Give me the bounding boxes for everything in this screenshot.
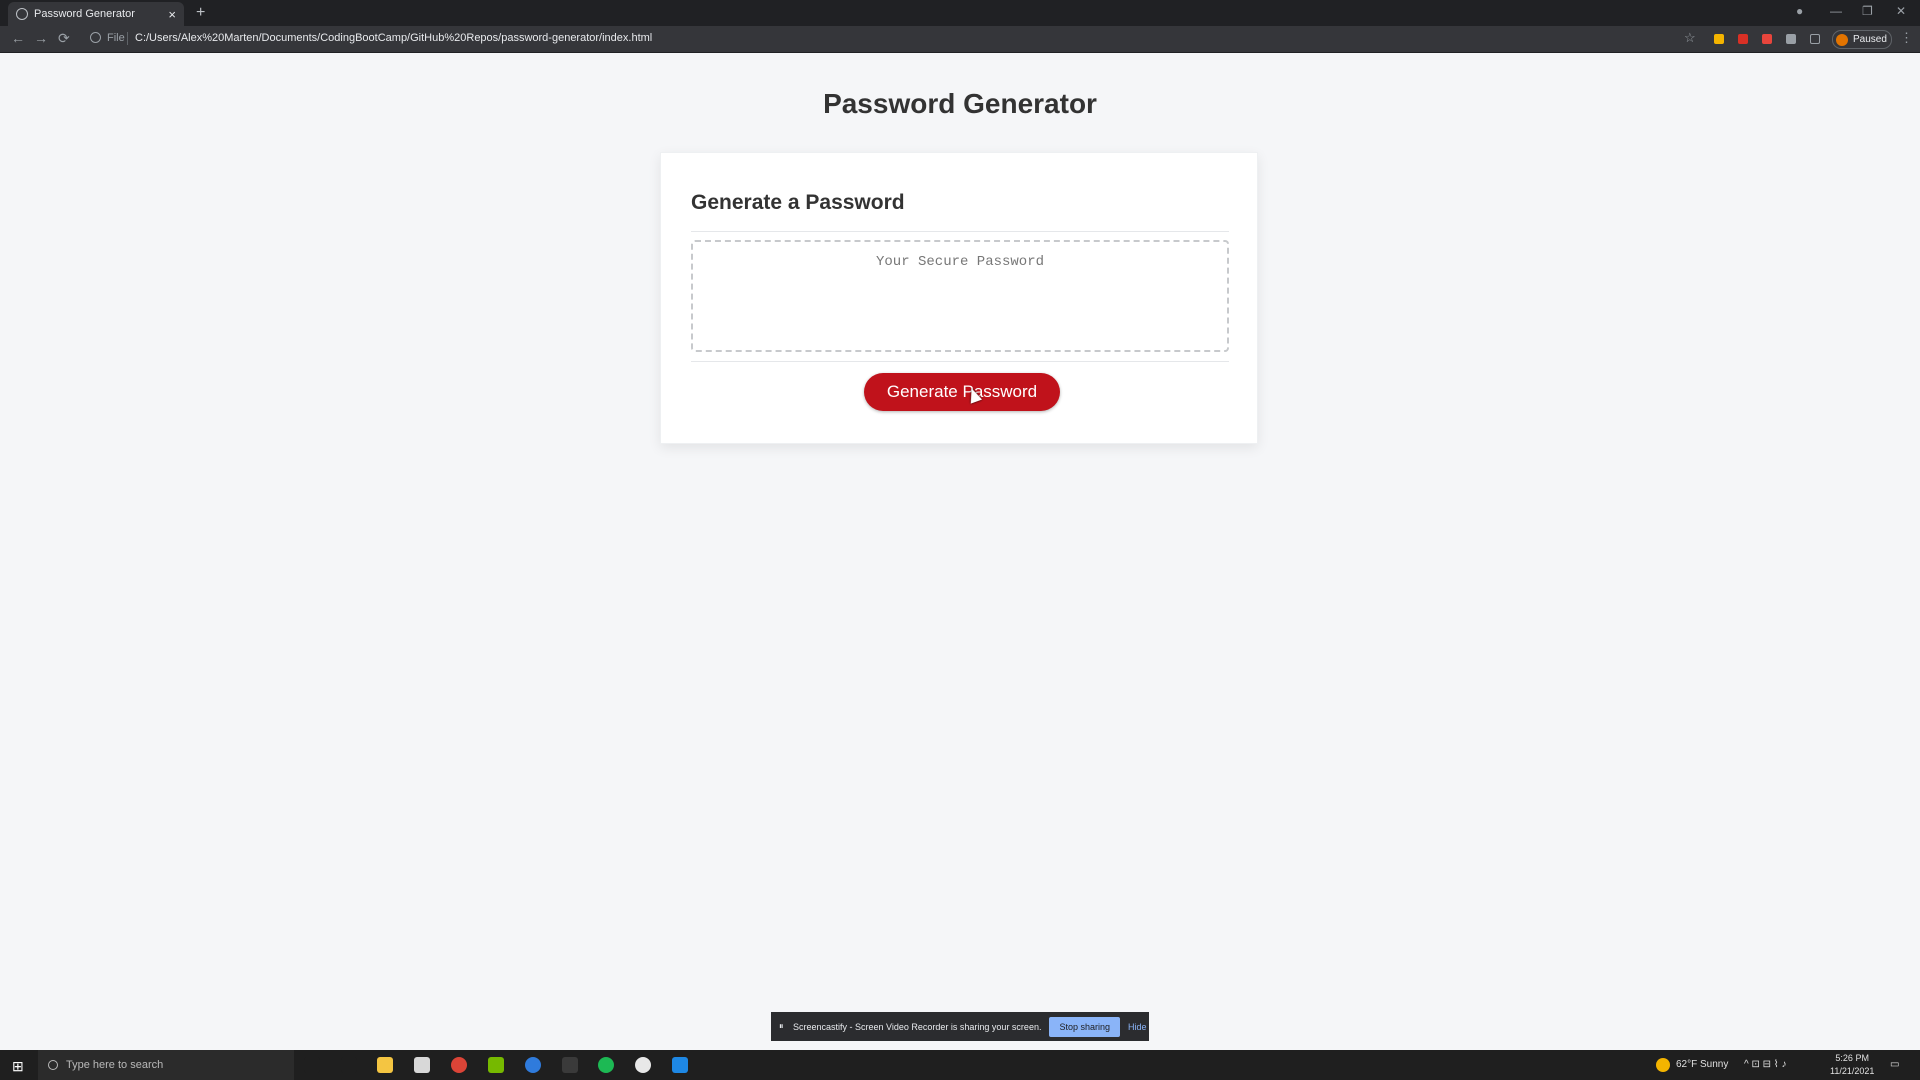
- terminal-icon[interactable]: [562, 1057, 578, 1073]
- search-placeholder: Type here to search: [66, 1059, 164, 1071]
- tab-close-icon[interactable]: ×: [168, 7, 176, 22]
- file-label: File: [107, 32, 125, 44]
- stop-sharing-button[interactable]: Stop sharing: [1049, 1016, 1120, 1037]
- taskbar: ⊞ Type here to search 62°F Sunny ^ ⊡ ⊟ ⌇…: [0, 1050, 1920, 1080]
- chrome-icon[interactable]: [451, 1057, 467, 1073]
- tab-title: Password Generator: [34, 8, 135, 20]
- reload-button[interactable]: ⟳: [58, 30, 70, 47]
- weather-icon[interactable]: [1656, 1058, 1670, 1072]
- slack-icon[interactable]: [635, 1057, 651, 1073]
- extension-icon[interactable]: [1738, 34, 1748, 44]
- date: 11/21/2021: [1830, 1066, 1875, 1076]
- time: 5:26 PM: [1835, 1053, 1869, 1063]
- forward-button[interactable]: →: [34, 30, 48, 46]
- taskbar-search[interactable]: Type here to search: [38, 1050, 294, 1080]
- notification-icon[interactable]: ▭: [1890, 1059, 1899, 1070]
- generate-password-button[interactable]: Generate Password: [864, 373, 1060, 411]
- menu-icon[interactable]: ⋮: [1900, 30, 1913, 46]
- maximize-button[interactable]: ❐: [1862, 4, 1873, 18]
- search-icon: [48, 1060, 58, 1070]
- file-explorer-icon[interactable]: [377, 1057, 393, 1073]
- avatar: [1836, 33, 1848, 46]
- app-icon[interactable]: [414, 1057, 430, 1073]
- browser-tab-bar: Password Generator × + ● — ❐ ✕: [0, 0, 1920, 26]
- system-tray-icons[interactable]: ^ ⊡ ⊟ ⌇ ♪: [1744, 1059, 1786, 1070]
- task-view-icon[interactable]: [341, 1057, 357, 1073]
- card-title: Generate a Password: [691, 191, 905, 214]
- address-separator: [127, 32, 128, 45]
- globe-icon: [16, 8, 28, 20]
- pause-icon[interactable]: ⏸: [779, 1021, 787, 1032]
- divider: [691, 361, 1229, 362]
- app-blue-icon[interactable]: [525, 1057, 541, 1073]
- address-bar[interactable]: C:/Users/Alex%20Marten/Documents/CodingB…: [135, 32, 652, 44]
- screen-share-bar: ⏸ Screencastify - Screen Video Recorder …: [771, 1012, 1149, 1041]
- puzzle-icon[interactable]: [1786, 34, 1796, 44]
- weather-text[interactable]: 62°F Sunny: [1676, 1059, 1728, 1070]
- minimize-button[interactable]: —: [1830, 4, 1842, 18]
- password-textarea[interactable]: Your Secure Password: [691, 240, 1229, 352]
- close-window-button[interactable]: ✕: [1896, 4, 1906, 18]
- info-icon[interactable]: [90, 32, 101, 43]
- profile-button[interactable]: Paused: [1832, 30, 1892, 49]
- browser-tab[interactable]: Password Generator ×: [8, 2, 184, 26]
- nvidia-icon[interactable]: [488, 1057, 504, 1073]
- share-message: Screencastify - Screen Video Recorder is…: [793, 1021, 1042, 1032]
- spotify-icon[interactable]: [598, 1057, 614, 1073]
- page-title: Password Generator: [823, 88, 1097, 119]
- profile-icon[interactable]: ●: [1796, 4, 1803, 18]
- new-tab-button[interactable]: +: [196, 4, 205, 22]
- browser-toolbar: ← → ⟳ File C:/Users/Alex%20Marten/Docume…: [0, 26, 1920, 53]
- generator-card: Generate a Password Your Secure Password…: [660, 152, 1258, 444]
- windows-start-icon[interactable]: ⊞: [12, 1058, 24, 1075]
- back-button[interactable]: ←: [11, 30, 25, 46]
- divider: [691, 231, 1229, 232]
- hide-button[interactable]: Hide: [1128, 1022, 1147, 1032]
- password-placeholder: Your Secure Password: [875, 254, 1045, 270]
- extension-icon[interactable]: [1714, 34, 1724, 44]
- cortana-icon[interactable]: [304, 1057, 320, 1073]
- profile-status: Paused: [1853, 34, 1887, 45]
- clock[interactable]: 5:26 PM 11/21/2021: [1830, 1052, 1874, 1078]
- reading-list-icon[interactable]: [1810, 34, 1820, 44]
- extension-icon[interactable]: [1762, 34, 1772, 44]
- bookmark-star-icon[interactable]: ☆: [1684, 30, 1696, 46]
- vscode-icon[interactable]: [672, 1057, 688, 1073]
